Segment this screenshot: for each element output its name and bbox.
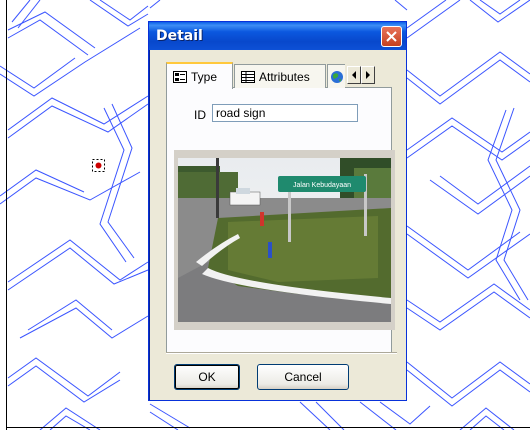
tab-type-label: Type xyxy=(191,69,218,84)
close-icon xyxy=(386,31,397,42)
dialog-title: Detail xyxy=(156,28,203,44)
dialog-titlebar[interactable]: Detail xyxy=(149,22,406,50)
map-frame-bottom xyxy=(6,427,530,428)
arrow-left-icon xyxy=(352,71,356,79)
sign-text: Jalan Kebudayaan xyxy=(293,182,351,189)
type-tab-icon xyxy=(173,70,187,83)
detail-dialog: Detail Type Attributes ID road sign Jala… xyxy=(148,21,407,401)
tab-attributes-label: Attributes xyxy=(259,69,310,84)
arrow-right-icon xyxy=(366,71,370,79)
gps-point-marker-icon[interactable] xyxy=(92,159,105,172)
map-frame-left xyxy=(6,0,7,430)
tab-scroll-right-button[interactable] xyxy=(361,66,375,84)
photo-frame: Jalan Kebudayaan xyxy=(174,150,395,330)
tab-scroll-left-button[interactable] xyxy=(347,66,361,84)
ok-button[interactable]: OK xyxy=(174,364,240,390)
tab-scroll-arrows xyxy=(347,66,375,84)
close-button[interactable] xyxy=(381,26,402,47)
globe-icon xyxy=(331,70,343,83)
table-icon xyxy=(241,70,255,83)
dialog-separator xyxy=(166,352,397,354)
cancel-button[interactable]: Cancel xyxy=(257,364,349,390)
road-sign-photo: Jalan Kebudayaan xyxy=(178,158,391,322)
tab-attributes[interactable]: Attributes xyxy=(234,64,326,88)
id-label: ID xyxy=(194,108,206,122)
tab-type[interactable]: Type xyxy=(166,62,233,89)
tab-map[interactable] xyxy=(327,64,345,88)
id-field[interactable] xyxy=(212,104,358,122)
